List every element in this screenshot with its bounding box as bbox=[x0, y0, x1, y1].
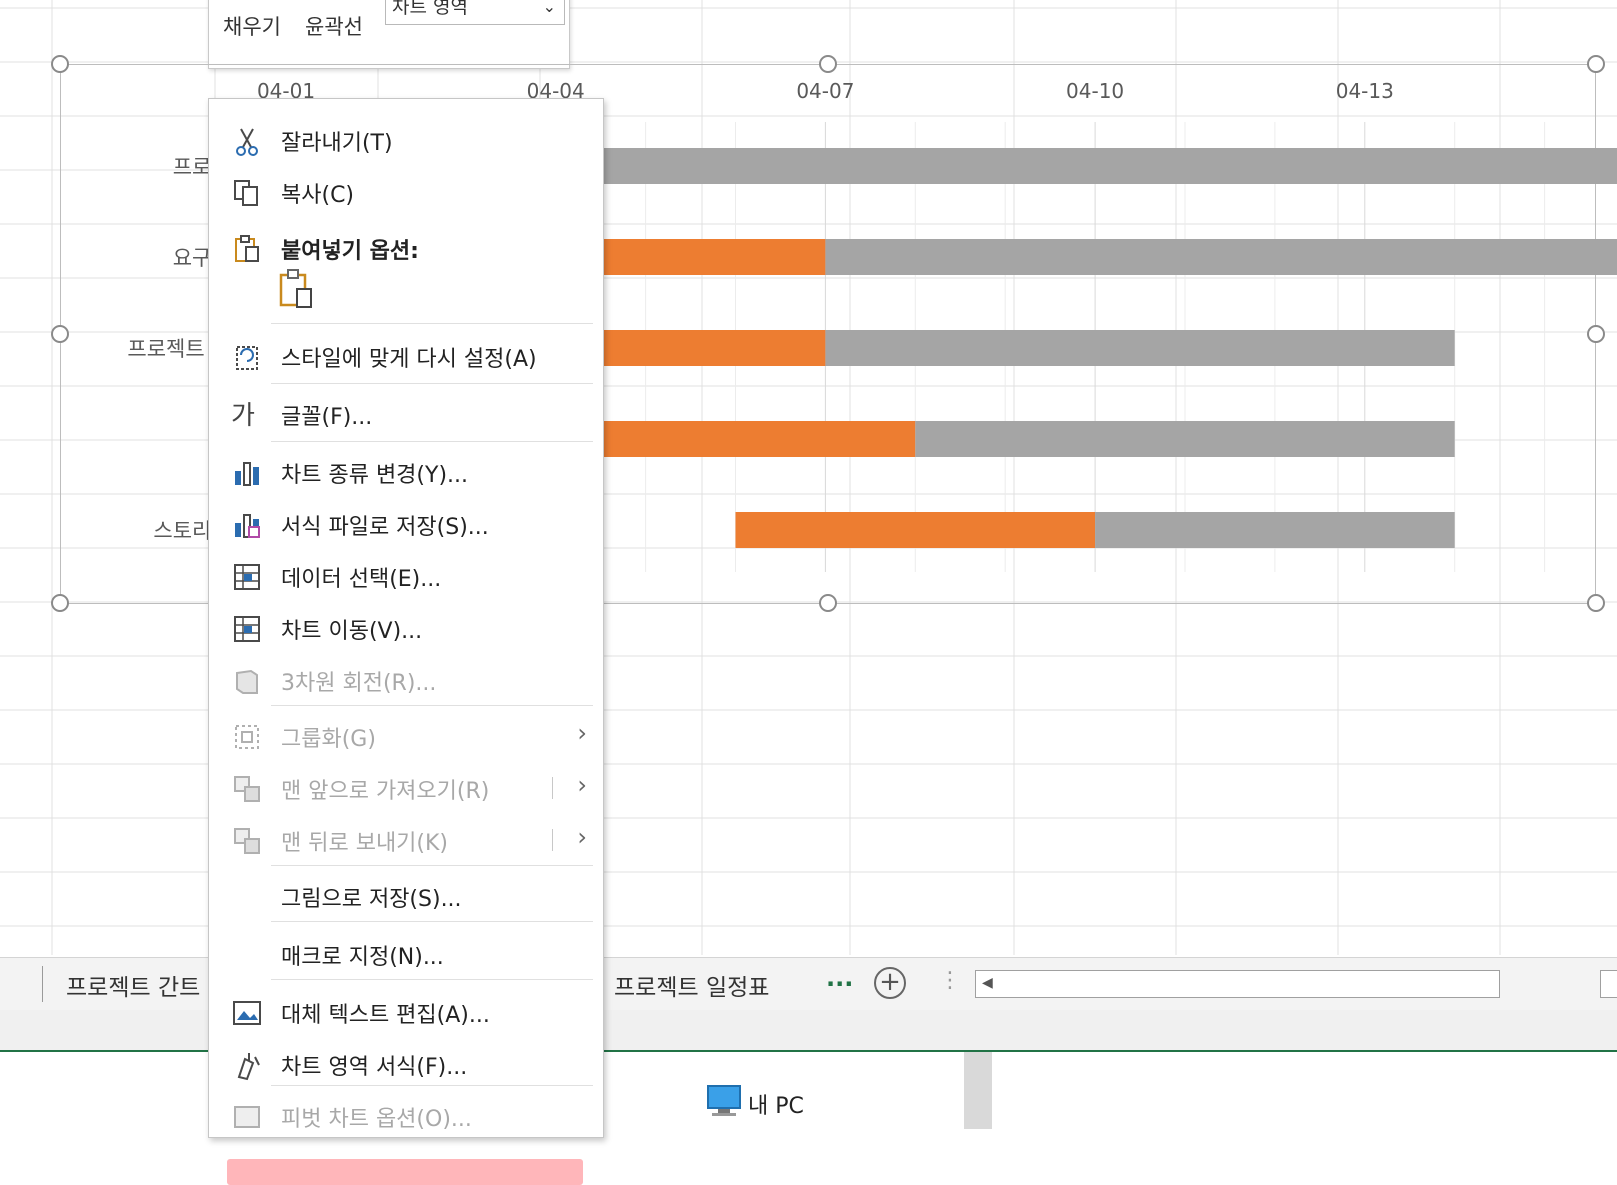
menu-item-label: 스타일에 맞게 다시 설정(A) bbox=[281, 347, 537, 372]
resize-handle-bottom-right[interactable] bbox=[1587, 594, 1605, 612]
menu-item[interactable]: 서식 파일로 저장(S)... bbox=[209, 501, 605, 547]
menu-item-label: 대체 텍스트 편집(A)... bbox=[281, 1003, 490, 1028]
menu-separator bbox=[271, 323, 593, 324]
file-explorer-panel bbox=[660, 1052, 960, 1129]
menu-item-label: 차트 종류 변경(Y)... bbox=[281, 463, 469, 488]
resize-handle-top[interactable] bbox=[819, 55, 837, 73]
menu-item-label: 맨 뒤로 보내기(K) bbox=[281, 831, 449, 856]
horizontal-scrollbar[interactable]: ◀ bbox=[975, 970, 1500, 998]
chevron-right-icon: › bbox=[577, 719, 587, 747]
tab-divider bbox=[42, 966, 43, 1002]
chevron-right-icon: › bbox=[577, 771, 587, 799]
menu-item[interactable]: 차트 영역 서식(F)... bbox=[209, 1041, 605, 1087]
menu-item[interactable]: 붙여넣기 옵션: bbox=[209, 225, 605, 271]
bar-orange[interactable] bbox=[555, 421, 916, 457]
group-icon bbox=[231, 721, 263, 753]
menu-item[interactable]: 가 글꼴(F)... bbox=[209, 391, 605, 437]
bring-front-icon bbox=[231, 773, 263, 805]
menu-separator bbox=[271, 383, 593, 384]
menu-item-label: 붙여넣기 옵션: bbox=[281, 239, 419, 264]
menu-item-label: 서식 파일로 저장(S)... bbox=[281, 515, 489, 540]
paste-keep-source-button[interactable] bbox=[277, 267, 317, 315]
menu-separator bbox=[271, 865, 593, 866]
explorer-item-this-pc[interactable]: 내 PC bbox=[748, 1088, 804, 1120]
menu-item-label: 글꼴(F)... bbox=[281, 405, 373, 430]
menu-item-label: 그림으로 저장(S)... bbox=[281, 887, 462, 912]
menu-item-label: 피벗 차트 옵션(O)... bbox=[281, 1107, 472, 1132]
scissors-icon bbox=[231, 125, 263, 157]
menu-item[interactable]: 3차원 회전(R)... bbox=[209, 657, 605, 703]
menu-separator bbox=[271, 979, 593, 980]
menu-item[interactable]: 매크로 지정(N)... bbox=[209, 931, 605, 977]
menu-item-label: 맨 앞으로 가져오기(R) bbox=[281, 779, 490, 804]
menu-item[interactable]: 피벗 차트 옵션(O)... bbox=[209, 1093, 605, 1139]
font-icon: 가 bbox=[231, 401, 255, 431]
move-chart-icon bbox=[231, 613, 263, 645]
bar-gray[interactable] bbox=[825, 330, 1455, 366]
rotate-3d-icon bbox=[231, 665, 263, 697]
menu-item[interactable]: 차트 이동(V)... bbox=[209, 605, 605, 651]
alt-text-icon bbox=[231, 997, 263, 1029]
copy-icon bbox=[231, 177, 263, 209]
bar-gray[interactable] bbox=[825, 239, 1617, 275]
menu-item[interactable]: 맨 앞으로 가져오기(R) › bbox=[209, 765, 605, 811]
menu-item-label: 데이터 선택(E)... bbox=[281, 567, 442, 592]
resize-handle-left[interactable] bbox=[51, 325, 69, 343]
menu-item-label: 그룹화(G) bbox=[281, 727, 376, 752]
resize-handle-bottom[interactable] bbox=[819, 594, 837, 612]
save-template-icon bbox=[231, 509, 263, 541]
more-sheets-button[interactable]: ... bbox=[826, 964, 853, 992]
scroll-right-button[interactable] bbox=[1600, 970, 1617, 998]
format-chart-area-icon bbox=[231, 1049, 263, 1081]
menu-item-label: 복사(C) bbox=[281, 183, 355, 208]
menu-item[interactable]: 그림으로 저장(S)... bbox=[209, 873, 605, 919]
menu-item[interactable]: 복사(C) bbox=[209, 169, 605, 215]
menu-item-label: 차트 영역 서식(F)... bbox=[281, 1055, 468, 1080]
menu-separator bbox=[271, 921, 593, 922]
menu-item[interactable]: 차트 종류 변경(Y)... bbox=[209, 449, 605, 495]
menu-item[interactable]: 스타일에 맞게 다시 설정(A) bbox=[209, 333, 605, 379]
x-tick-label: 04-13 bbox=[1336, 79, 1394, 103]
resize-handle-right[interactable] bbox=[1587, 325, 1605, 343]
menu-item-label: 차트 이동(V)... bbox=[281, 619, 423, 644]
menu-separator bbox=[271, 705, 593, 706]
menu-separator bbox=[271, 441, 593, 442]
computer-icon bbox=[707, 1085, 741, 1116]
chevron-right-icon: › bbox=[577, 823, 587, 851]
menu-item[interactable]: 대체 텍스트 편집(A)... bbox=[209, 989, 605, 1035]
tab-split-handle[interactable]: ⋮ bbox=[939, 968, 961, 993]
bar-gray[interactable] bbox=[1095, 512, 1455, 548]
sheet-tab-gantt[interactable]: 프로젝트 간트 bbox=[66, 968, 200, 1002]
pivot-options-icon bbox=[231, 1101, 263, 1133]
resize-handle-bottom-left[interactable] bbox=[51, 594, 69, 612]
menu-item[interactable]: 맨 뒤로 보내기(K) › bbox=[209, 817, 605, 863]
menu-item-label: 3차원 회전(R)... bbox=[281, 671, 437, 696]
resize-handle-top-right[interactable] bbox=[1587, 55, 1605, 73]
explorer-scrollbar[interactable] bbox=[964, 1052, 992, 1129]
bar-gray[interactable] bbox=[465, 148, 1617, 184]
paste-icon bbox=[231, 233, 263, 265]
select-data-icon bbox=[231, 561, 263, 593]
scroll-left-icon[interactable]: ◀ bbox=[982, 975, 993, 991]
add-sheet-button[interactable]: + bbox=[874, 967, 906, 999]
menu-item-label: 매크로 지정(N)... bbox=[281, 945, 444, 970]
bar-orange[interactable] bbox=[735, 512, 1096, 548]
bar-gray[interactable] bbox=[915, 421, 1455, 457]
send-back-icon bbox=[231, 825, 263, 857]
menu-highlight bbox=[227, 1159, 583, 1185]
sheet-tab-schedule[interactable]: 프로젝트 일정표 bbox=[614, 968, 769, 1002]
x-tick-label: 04-07 bbox=[796, 79, 854, 103]
reset-style-icon bbox=[231, 341, 263, 373]
chart-type-icon bbox=[231, 457, 263, 489]
resize-handle-top-left[interactable] bbox=[51, 55, 69, 73]
menu-item[interactable]: 그룹화(G) › bbox=[209, 713, 605, 759]
menu-item[interactable]: 데이터 선택(E)... bbox=[209, 553, 605, 599]
submenu-divider bbox=[552, 829, 553, 851]
context-menu: 잘라내기(T) 복사(C) 붙여넣기 옵션: 스타일에 맞게 다시 설정(A) 가 글꼴(… bbox=[208, 98, 605, 1185]
submenu-divider bbox=[552, 777, 553, 799]
menu-item[interactable]: 잘라내기(T) bbox=[209, 117, 605, 163]
x-tick-label: 04-10 bbox=[1066, 79, 1124, 103]
menu-item-label: 잘라내기(T) bbox=[281, 131, 393, 156]
